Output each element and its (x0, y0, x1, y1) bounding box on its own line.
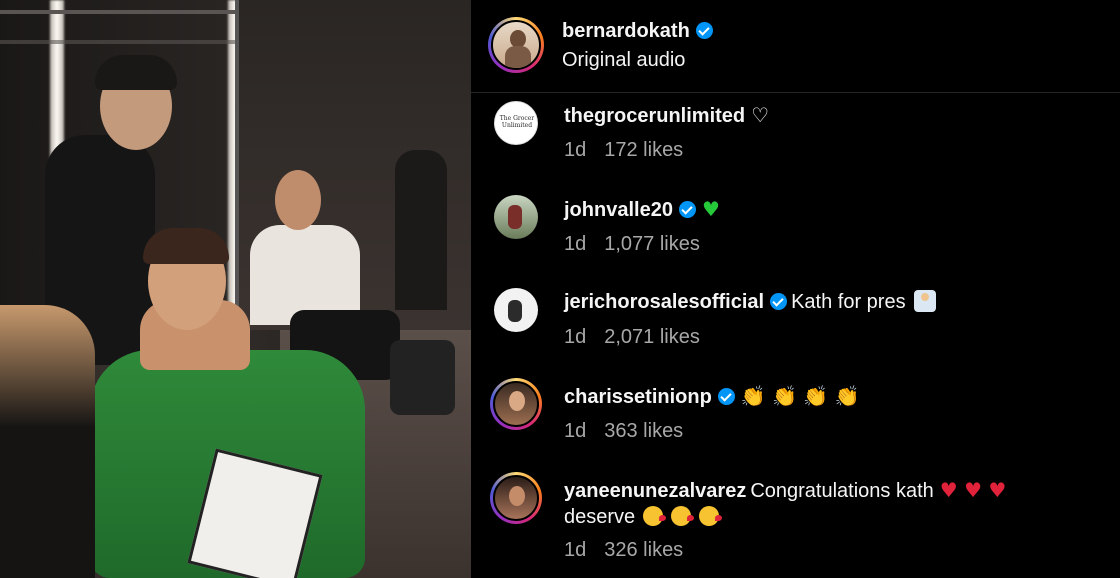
raising-hand-icon (913, 290, 936, 312)
white-heart-icon: ♡ (751, 103, 770, 127)
commenter-avatar[interactable]: The Grocer Unlimited (494, 101, 538, 145)
author-username[interactable]: bernardokath (562, 20, 713, 43)
man-hair (95, 55, 177, 90)
comment-likes[interactable]: 172 likes (604, 139, 683, 161)
kiss-face-icon (699, 506, 723, 526)
comment-text: Congratulations kath (750, 480, 934, 502)
woman-hair (143, 228, 229, 264)
commenter-username[interactable]: charissetinionp (564, 386, 712, 408)
comment-likes[interactable]: 326 likes (604, 539, 683, 561)
comment-text: deserve (564, 506, 636, 528)
green-heart-icon: ♥ (701, 197, 720, 221)
clapping-hands-icon: 👏 👏 👏 👏 (740, 384, 860, 408)
audio-label[interactable]: Original audio (562, 49, 685, 72)
comment-text: Kath for pres (791, 291, 906, 313)
comment-meta: 1d 326 likes (564, 539, 683, 562)
comment-meta: 1d 172 likes (564, 139, 683, 162)
commenter-avatar[interactable] (490, 378, 542, 430)
verified-badge-icon (717, 388, 735, 405)
comment-meta: 1d 363 likes (564, 420, 683, 443)
comment-likes[interactable]: 2,071 likes (604, 326, 700, 348)
kiss-face-icon (671, 506, 695, 526)
grocer-logo: The Grocer Unlimited (499, 115, 535, 129)
comment-body: charissetinionp 👏 👏 👏 👏 (564, 383, 860, 410)
comment-body: yaneenunezalvarez Congratulations kath ♥ ♥… (564, 477, 1006, 504)
comment-body: thegrocerunlimited ♡ (564, 102, 769, 129)
comment-age: 1d (564, 139, 587, 161)
comment-age: 1d (564, 539, 587, 561)
verified-badge-icon (695, 22, 713, 39)
red-heart-icon: ♥ ♥ ♥ (939, 478, 1007, 502)
verified-badge-icon (770, 293, 788, 310)
commenter-avatar[interactable] (494, 288, 538, 332)
reflection-person (395, 150, 447, 310)
comment-body: johnvalle20 ♥ (564, 196, 720, 223)
comment-body: jerichorosalesofficial Kath for pres (564, 289, 936, 315)
commenter-username[interactable]: jerichorosalesofficial (564, 291, 764, 313)
comment-age: 1d (564, 420, 587, 442)
reel-view: bernardokath Original audio The Grocer U… (0, 0, 1120, 578)
comment-meta: 1d 2,071 likes (564, 326, 700, 349)
reflection-head (275, 170, 321, 230)
author-username-text: bernardokath (562, 20, 690, 42)
commenter-username[interactable]: thegrocerunlimited (564, 105, 745, 127)
comment-age: 1d (564, 326, 587, 348)
post-header: bernardokath Original audio (471, 0, 1120, 93)
comment-likes[interactable]: 363 likes (604, 420, 683, 442)
comment-age: 1d (564, 233, 587, 255)
verified-badge-icon (678, 201, 696, 218)
comment-likes[interactable]: 1,077 likes (604, 233, 700, 255)
comment-body-continued: deserve (564, 504, 723, 530)
comment-meta: 1d 1,077 likes (564, 233, 700, 256)
commenter-avatar[interactable] (490, 472, 542, 524)
comments-panel: bernardokath Original audio The Grocer U… (471, 0, 1120, 578)
author-avatar[interactable] (488, 17, 544, 73)
commenter-username[interactable]: yaneenunezalvarez (564, 480, 746, 502)
commenter-avatar[interactable] (494, 195, 538, 239)
commenter-username[interactable]: johnvalle20 (564, 199, 673, 221)
black-bag (390, 340, 455, 415)
foreground-person (0, 305, 95, 578)
kiss-face-icon (643, 506, 667, 526)
reel-video[interactable] (0, 0, 471, 578)
